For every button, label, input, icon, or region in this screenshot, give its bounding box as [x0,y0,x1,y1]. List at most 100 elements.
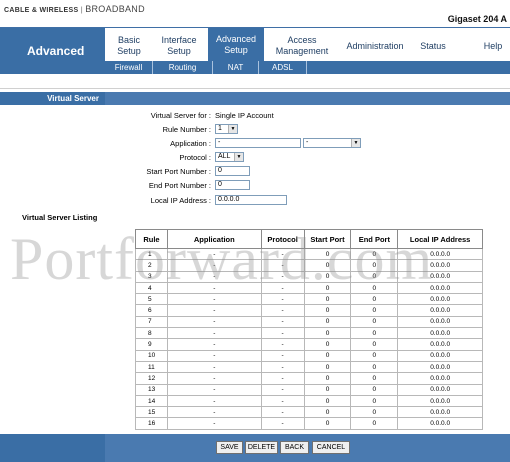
cell-local-ip: 0.0.0.0 [397,394,483,408]
cell-rule: 10 [135,349,168,362]
table-row: 8- -0 0 0.0.0.0 [135,327,483,340]
cell-local-ip: 0.0.0.0 [397,327,483,340]
listing-title: Virtual Server Listing [22,213,98,222]
local-ip-input[interactable]: 0.0.0.0 [215,195,287,205]
cell-application: - [166,315,262,329]
cell-protocol: - [260,281,305,295]
cell-protocol: - [260,270,305,283]
table-row: 4- -0 0 0.0.0.0 [135,281,483,295]
nav-basic-setup[interactable]: Basic Setup [111,31,147,61]
cell-rule: 8 [135,327,168,340]
cell-local-ip: 0.0.0.0 [397,304,483,317]
table-body: 1- -0 0 0.0.0.0 2- -0 0 0.0.0.0 3- -0 0 0.0.0.0 4- -0… [135,247,483,430]
cell-protocol: - [260,338,305,351]
cancel-button[interactable]: CANCEL [312,441,350,454]
cell-protocol: - [260,304,305,317]
cell-start-port: 0 [303,270,352,283]
cell-start-port: 0 [303,259,352,272]
cell-local-ip: 0.0.0.0 [397,406,483,419]
cell-start-port: 0 [303,394,352,408]
cell-protocol: - [260,247,305,261]
application-select[interactable]: - ▼ [303,138,361,148]
cell-start-port: 0 [303,360,352,374]
cell-application: - [166,394,262,408]
cell-end-port: 0 [350,259,399,272]
cell-application: - [166,259,262,272]
cell-rule: 7 [135,315,168,329]
end-port-label: End Port Number : [148,181,211,190]
cell-application: - [166,327,262,340]
cell-rule: 1 [135,247,168,261]
sub-nav: Firewall Routing NAT ADSL [105,61,510,74]
cell-end-port: 0 [350,394,399,408]
nav-access-management[interactable]: Access Management [273,31,331,61]
cell-application: - [166,270,262,283]
table-row: 13- -0 0 0.0.0.0 [135,383,483,396]
cell-end-port: 0 [350,270,399,283]
cell-rule: 15 [135,406,168,419]
subnav-routing[interactable]: Routing [153,61,213,74]
nav-label-line1: Help [483,40,503,51]
cell-rule: 6 [135,304,168,317]
cell-start-port: 0 [303,293,352,306]
nav-help[interactable]: Help [478,31,508,61]
cell-start-port: 0 [303,304,352,317]
rule-number-select[interactable]: 1 ▼ [215,124,238,134]
cell-local-ip: 0.0.0.0 [397,360,483,374]
cell-application: - [166,281,262,295]
subnav-adsl[interactable]: ADSL [259,61,307,74]
table-row: 7- -0 0 0.0.0.0 [135,315,483,329]
protocol-label: Protocol : [179,153,211,162]
table-row: 1- -0 0 0.0.0.0 [135,247,483,261]
virtual-server-table: Rule Application Protocol Start Port End… [135,229,483,430]
cell-application: - [166,417,262,430]
cell-end-port: 0 [350,406,399,419]
table-row: 9- -0 0 0.0.0.0 [135,338,483,351]
cell-end-port: 0 [350,247,399,261]
back-button[interactable]: BACK [280,441,309,454]
nav-label-line1: Basic [117,35,140,45]
cell-local-ip: 0.0.0.0 [397,293,483,306]
cell-end-port: 0 [350,327,399,340]
subnav-firewall[interactable]: Firewall [105,61,153,74]
cell-end-port: 0 [350,315,399,329]
nav-label-line1: Status [420,40,446,51]
cell-rule: 4 [135,281,168,295]
table-row: 16- -0 0 0.0.0.0 [135,417,483,430]
cell-application: - [166,372,262,385]
nav-label-line2: Management [275,46,329,56]
model-name: Gigaset 204 A [447,14,507,24]
nav-status[interactable]: Status [415,31,451,61]
end-port-input[interactable]: 0 [215,180,250,190]
cell-protocol: - [260,406,305,419]
table-row: 12- -0 0 0.0.0.0 [135,372,483,385]
cell-local-ip: 0.0.0.0 [397,349,483,362]
table-row: 5- -0 0 0.0.0.0 [135,293,483,306]
nav-administration[interactable]: Administration [341,31,409,61]
col-rule: Rule [135,229,168,249]
table-row: 11- -0 0 0.0.0.0 [135,360,483,374]
application-select-value: - [306,139,309,146]
protocol-select[interactable]: ALL ▼ [215,152,244,162]
cell-end-port: 0 [350,372,399,385]
cell-rule: 13 [135,383,168,396]
save-button[interactable]: SAVE [216,441,243,454]
cell-protocol: - [260,394,305,408]
cell-local-ip: 0.0.0.0 [397,315,483,329]
nav-interface-setup[interactable]: Interface Setup [156,31,202,61]
application-input[interactable]: - [215,138,301,148]
brand-bar: CABLE & WIRELESS | BROADBAND Gigaset 204… [0,0,510,28]
virtual-server-for-label: Virtual Server for : [150,111,211,120]
cell-rule: 11 [135,360,168,374]
subnav-nat[interactable]: NAT [213,61,259,74]
col-protocol: Protocol [260,229,305,249]
cell-rule: 12 [135,372,168,385]
nav-label-line1: Access [287,35,317,45]
cell-protocol: - [260,315,305,329]
nav-advanced-setup[interactable]: Advanced Setup [208,28,264,61]
cell-local-ip: 0.0.0.0 [397,281,483,295]
cell-protocol: - [260,383,305,396]
col-local-ip: Local IP Address [397,229,483,249]
delete-button[interactable]: DELETE [245,441,278,454]
start-port-input[interactable]: 0 [215,166,250,176]
